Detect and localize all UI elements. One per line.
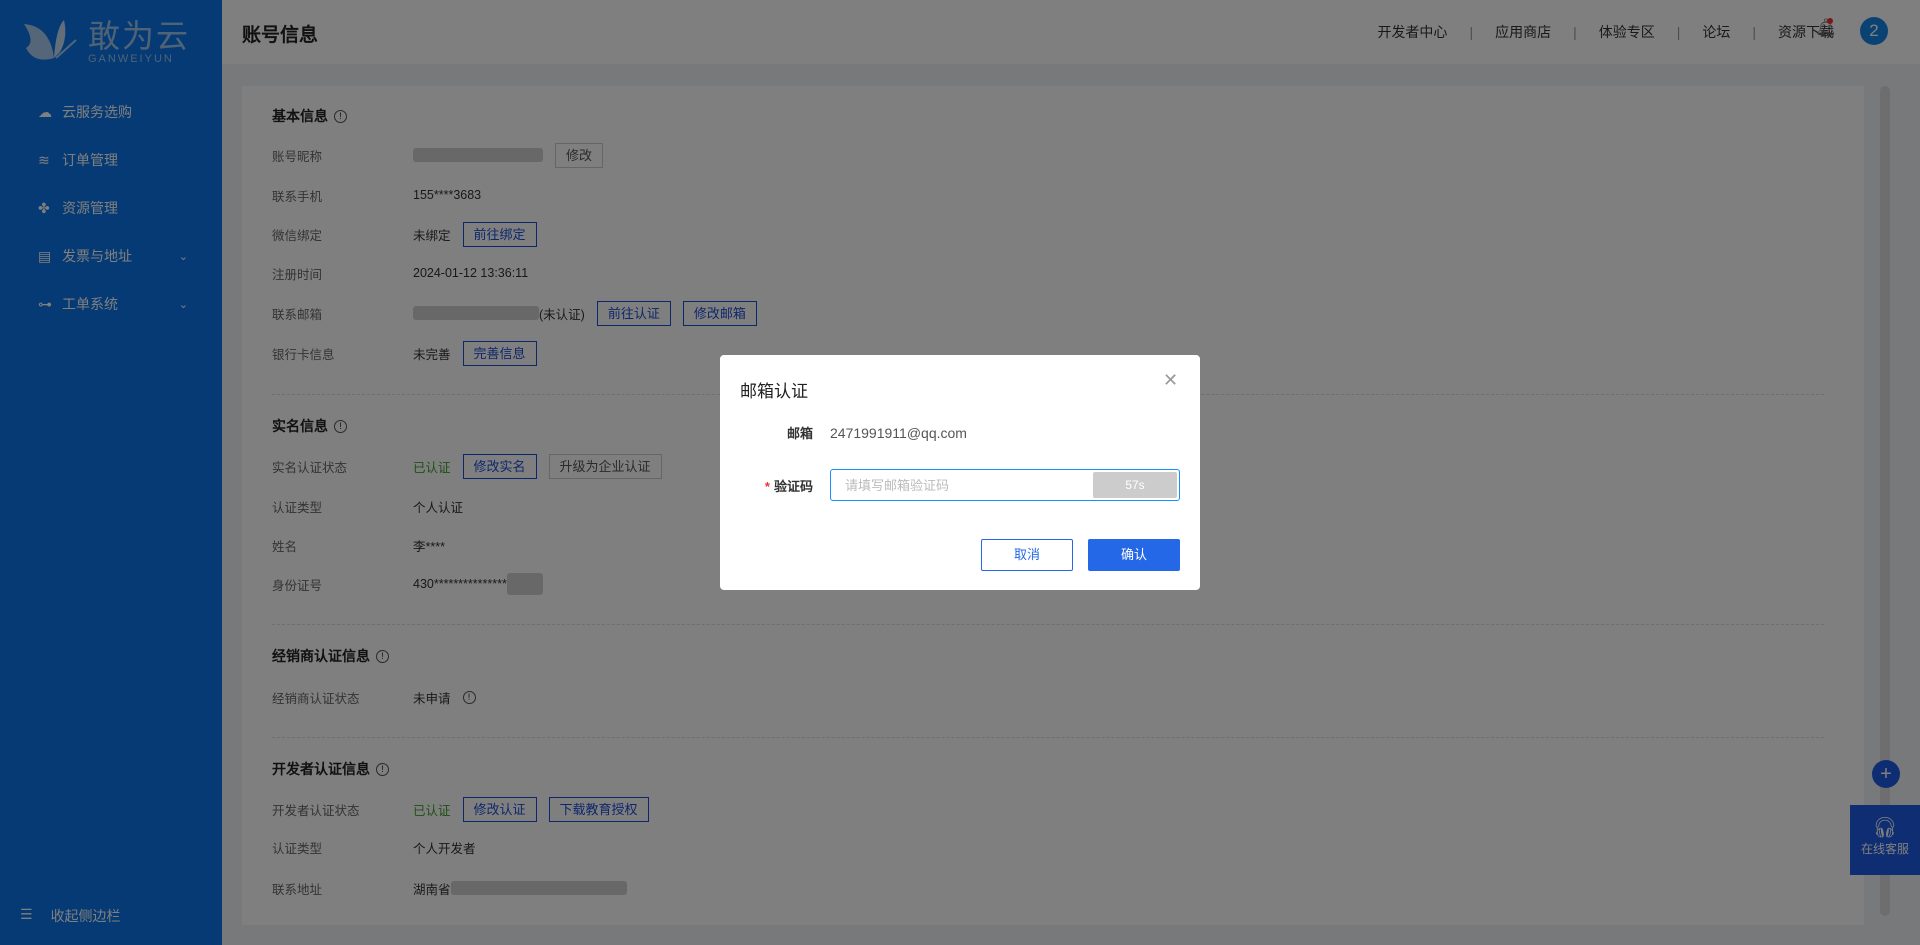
modal-title: 邮箱认证 [740, 382, 808, 401]
confirm-button[interactable]: 确认 [1088, 539, 1180, 571]
email-verify-modal: 邮箱认证 ✕ 邮箱 2471991911@qq.com *验证码 57s 取消 确… [720, 355, 1200, 590]
code-field: 57s [830, 469, 1180, 501]
required-mark: * [764, 478, 770, 494]
close-icon[interactable]: ✕ [1163, 370, 1178, 391]
email-row: 邮箱 2471991911@qq.com [720, 423, 967, 442]
email-label: 邮箱 [786, 426, 813, 441]
countdown-button: 57s [1093, 472, 1177, 498]
cancel-button[interactable]: 取消 [981, 539, 1073, 571]
code-row: *验证码 57s [720, 469, 1180, 501]
code-input[interactable] [831, 471, 1093, 499]
email-value: 2471991911@qq.com [830, 424, 967, 441]
code-label: 验证码 [773, 478, 813, 494]
